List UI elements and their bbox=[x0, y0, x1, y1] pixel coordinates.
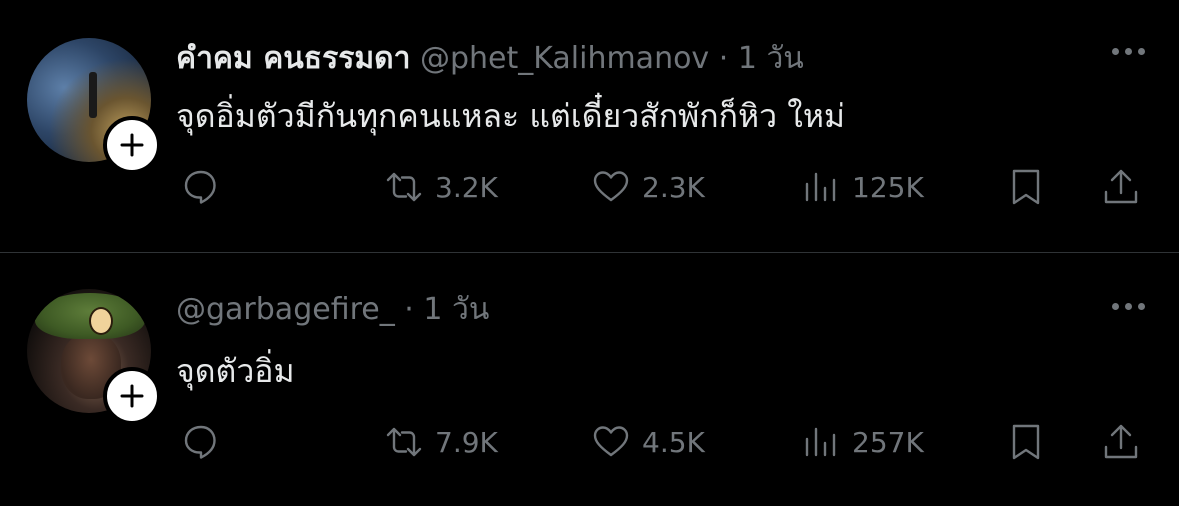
retweet-icon bbox=[386, 172, 422, 202]
tweet-text: จุดอิ่มตัวมีกันทุกคนแหละ แต่เดี๋ยวสักพัก… bbox=[176, 97, 846, 135]
retweet-count: 3.2K bbox=[435, 170, 498, 204]
more-icon bbox=[1112, 303, 1119, 310]
bookmark-icon bbox=[1012, 169, 1040, 205]
retweet-button[interactable]: 3.2K bbox=[383, 162, 498, 212]
bookmark-button[interactable] bbox=[1005, 417, 1047, 467]
share-button[interactable] bbox=[1100, 162, 1142, 212]
reply-button[interactable] bbox=[180, 162, 222, 212]
tweet[interactable]: คำคม คนธรรมดา @phet_Kalihmanov · 1 วัน จ… bbox=[0, 0, 1179, 252]
like-count: 2.3K bbox=[642, 170, 705, 204]
views-button[interactable]: 257K bbox=[800, 417, 924, 467]
tweet-header: @garbagefire_ · 1 วัน bbox=[176, 291, 489, 329]
timestamp[interactable]: 1 วัน bbox=[423, 292, 489, 327]
reply-button[interactable] bbox=[180, 417, 222, 467]
tweet-text: จุดตัวอิ่ม bbox=[176, 352, 295, 390]
like-button[interactable]: 4.5K bbox=[590, 417, 705, 467]
separator-dot: · bbox=[718, 41, 729, 76]
avatar-beret bbox=[35, 293, 145, 339]
separator-dot: · bbox=[404, 292, 414, 327]
avatar-container bbox=[27, 38, 161, 174]
timestamp[interactable]: 1 วัน bbox=[738, 41, 804, 76]
share-button[interactable] bbox=[1100, 417, 1142, 467]
display-name[interactable]: คำคม คนธรรมดา bbox=[176, 41, 410, 76]
retweet-icon bbox=[386, 427, 422, 457]
plus-icon bbox=[120, 133, 144, 157]
avatar-container bbox=[27, 289, 161, 425]
bookmark-icon bbox=[1012, 424, 1040, 460]
avatar-figure bbox=[89, 72, 97, 118]
like-button[interactable]: 2.3K bbox=[590, 162, 705, 212]
bookmark-button[interactable] bbox=[1005, 162, 1047, 212]
views-icon bbox=[805, 427, 836, 457]
views-button[interactable]: 125K bbox=[800, 162, 924, 212]
reply-icon bbox=[184, 425, 216, 459]
view-count: 257K bbox=[852, 425, 924, 459]
more-button[interactable] bbox=[1112, 303, 1145, 310]
user-handle[interactable]: @phet_Kalihmanov bbox=[420, 41, 709, 76]
heart-icon bbox=[593, 171, 629, 202]
heart-icon bbox=[593, 426, 629, 457]
plus-icon bbox=[120, 384, 144, 408]
share-icon bbox=[1104, 169, 1138, 204]
like-count: 4.5K bbox=[642, 425, 705, 459]
tweet[interactable]: @garbagefire_ · 1 วัน จุดตัวอิ่ม 7.9K 4.… bbox=[0, 253, 1179, 506]
action-bar: 7.9K 4.5K 257K bbox=[0, 417, 1179, 467]
retweet-count: 7.9K bbox=[435, 425, 498, 459]
action-bar: 3.2K 2.3K 125K bbox=[0, 162, 1179, 212]
user-handle[interactable]: @garbagefire_ bbox=[176, 292, 395, 327]
view-count: 125K bbox=[852, 170, 924, 204]
more-icon bbox=[1112, 48, 1119, 55]
more-button[interactable] bbox=[1112, 48, 1145, 55]
share-icon bbox=[1104, 424, 1138, 459]
views-icon bbox=[805, 172, 836, 202]
retweet-button[interactable]: 7.9K bbox=[383, 417, 498, 467]
beret-badge bbox=[89, 307, 113, 335]
tweet-header: คำคม คนธรรมดา @phet_Kalihmanov · 1 วัน bbox=[176, 40, 804, 78]
reply-icon bbox=[184, 170, 216, 204]
